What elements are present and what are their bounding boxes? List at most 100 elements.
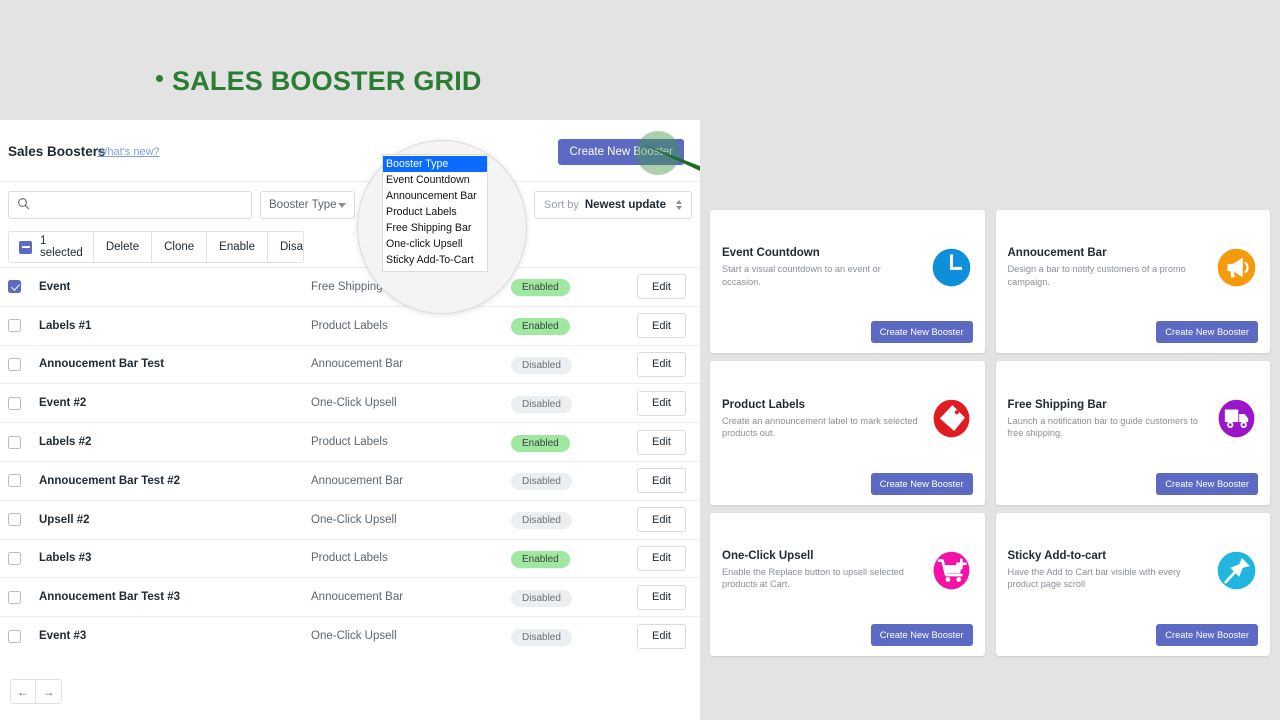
pagination: ← →	[10, 679, 62, 704]
edit-button[interactable]: Edit	[637, 468, 686, 494]
row-name: Labels #3	[39, 552, 92, 565]
bulk-delete-button[interactable]: Delete	[93, 232, 153, 262]
tag-icon	[930, 397, 973, 440]
chevron-down-icon	[338, 202, 346, 208]
row-name: Event #3	[39, 630, 87, 643]
table-row: Event #2 One-Click Upsell Disabled Edit	[0, 383, 700, 422]
status-badge: Disabled	[511, 356, 572, 374]
dropdown-item[interactable]: Sticky Add-To-Cart	[383, 252, 487, 268]
booster-type-dropdown-menu[interactable]: Booster Type Event Countdown Announcement …	[382, 154, 488, 272]
edit-button[interactable]: Edit	[637, 507, 686, 533]
row-status: Enabled	[511, 549, 631, 568]
edit-button[interactable]: Edit	[637, 313, 686, 339]
edit-button[interactable]: Edit	[637, 623, 686, 649]
row-checkbox[interactable]	[8, 474, 21, 488]
row-name: Annoucement Bar Test #3	[39, 591, 181, 604]
row-status: Enabled	[511, 277, 631, 297]
row-status: Disabled	[511, 510, 631, 530]
edit-button[interactable]: Edit	[637, 545, 686, 571]
card-description: Design a bar to notify customers of a pr…	[1007, 264, 1186, 287]
create-new-booster-button[interactable]: Create New Booster	[870, 321, 973, 344]
card-title: Annoucement Bar	[1007, 247, 1107, 260]
booster-card: Sticky Add-to-cart Have the Add to Cart b…	[995, 512, 1270, 656]
dropdown-item[interactable]: Announcement Bar	[383, 188, 487, 204]
booster-card: One-Click Upsell Enable the Replace butto…	[710, 512, 985, 656]
row-name: Labels #1	[39, 319, 92, 332]
row-checkbox[interactable]	[8, 280, 21, 294]
card-description: Have the Add to Cart bar visible with ev…	[1007, 566, 1181, 590]
row-type: Annoucement Bar	[311, 358, 404, 371]
whats-new-link[interactable]: What's new?	[97, 146, 160, 158]
bulk-selection-indicator[interactable]: 1 selected	[9, 232, 94, 262]
edit-button[interactable]: Edit	[637, 390, 686, 416]
search-input[interactable]	[36, 199, 243, 211]
booster-card: Annoucement Bar Design a bar to notify cu…	[995, 210, 1270, 354]
bulk-clone-button[interactable]: Clone	[152, 232, 208, 262]
dropdown-item[interactable]: One-click Upsell	[383, 236, 487, 252]
dropdown-item[interactable]: Event Countdown	[383, 172, 487, 188]
row-name: Event #2	[39, 397, 87, 410]
status-badge: Disabled	[511, 395, 572, 413]
booster-card: Product Labels Create an announcement lab…	[710, 361, 985, 505]
row-checkbox[interactable]	[8, 629, 21, 643]
card-title: Event Countdown	[722, 247, 820, 260]
pagination-next-button[interactable]: →	[36, 680, 61, 703]
create-new-booster-button[interactable]: Create New Booster	[870, 623, 973, 646]
row-checkbox[interactable]	[8, 319, 21, 333]
edit-button[interactable]: Edit	[637, 351, 686, 377]
row-name: Event	[39, 280, 71, 293]
sort-by-label: Sort by	[544, 199, 579, 211]
row-name: Annoucement Bar Test	[39, 358, 165, 371]
create-new-booster-button[interactable]: Create New Booster	[1156, 472, 1258, 495]
row-checkbox[interactable]	[8, 435, 21, 449]
create-new-booster-button[interactable]: Create New Booster	[870, 472, 973, 495]
table-row: Labels #3 Product Labels Enabled Edit	[0, 538, 700, 578]
dropdown-item[interactable]: Free Shipping Bar	[383, 220, 487, 236]
create-new-booster-button[interactable]: Create New Booster	[1156, 321, 1258, 344]
row-status: Disabled	[511, 471, 631, 491]
table-row: Annoucement Bar Test #2 Annoucement Bar Di…	[0, 460, 700, 500]
row-status: Disabled	[511, 627, 631, 646]
row-status: Disabled	[511, 588, 631, 607]
row-checkbox[interactable]	[8, 551, 21, 565]
row-checkbox[interactable]	[8, 396, 21, 410]
table-row: Upsell #2 One-Click Upsell Disabled Edit	[0, 499, 700, 539]
sales-boosters-app-panel: Sales Boosters What's new? Create New Bo…	[0, 120, 700, 720]
clock-icon	[930, 246, 973, 289]
row-type: One-Click Upsell	[311, 513, 397, 526]
row-status: Enabled	[511, 316, 631, 336]
edit-button[interactable]: Edit	[637, 584, 686, 610]
search-field[interactable]	[8, 191, 252, 219]
slide-heading-left: SALES BOOSTER GRID	[156, 66, 482, 97]
bulk-disable-button[interactable]: Disable	[267, 232, 303, 262]
select-all-checkbox-icon[interactable]	[19, 240, 32, 254]
dropdown-item[interactable]: Product Labels	[383, 204, 487, 220]
pagination-prev-button[interactable]: ←	[11, 680, 36, 703]
status-badge: Enabled	[511, 550, 570, 568]
row-type: Product Labels	[311, 552, 388, 565]
card-title: Product Labels	[722, 398, 806, 411]
table-row: Labels #2 Product Labels Enabled Edit	[0, 422, 700, 461]
row-name: Upsell #2	[39, 513, 90, 526]
row-type: One-Click Upsell	[311, 397, 397, 410]
row-checkbox[interactable]	[8, 513, 21, 527]
card-title: One-Click Upsell	[722, 549, 814, 562]
bulk-enable-button[interactable]: Enable	[207, 232, 268, 262]
edit-button[interactable]: Edit	[637, 274, 686, 300]
card-title: Free Shipping Bar	[1007, 398, 1107, 411]
row-checkbox[interactable]	[8, 590, 21, 604]
row-type: Product Labels	[311, 436, 388, 449]
status-badge: Disabled	[511, 512, 572, 530]
booster-card: Event Countdown Start a visual countdown …	[710, 210, 985, 354]
row-type: Product Labels	[311, 319, 388, 332]
booster-type-filter-select[interactable]: Booster Type	[260, 191, 355, 219]
bulk-action-bar: 1 selected Delete Clone Enable Disable	[8, 231, 304, 263]
page-title: Sales Boosters	[8, 144, 106, 159]
create-new-booster-button[interactable]: Create New Booster	[1156, 623, 1258, 646]
row-checkbox[interactable]	[8, 357, 21, 371]
booster-table: Event Free Shipping Bar Enabled Edit Labels …	[0, 267, 700, 655]
cart-plus-icon	[930, 549, 973, 592]
bullet-dot-icon	[156, 75, 163, 83]
edit-button[interactable]: Edit	[637, 429, 686, 455]
dropdown-item[interactable]: Booster Type	[383, 156, 487, 172]
